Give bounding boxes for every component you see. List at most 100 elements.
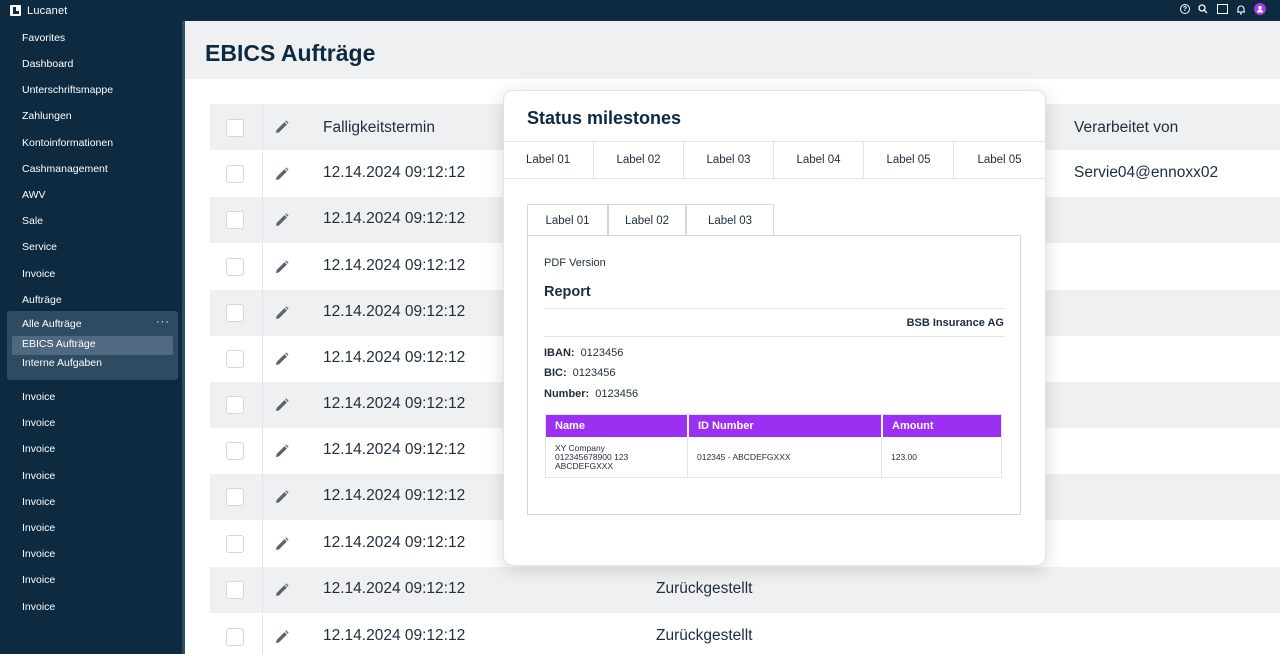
sidebar-item-favorites[interactable]: Favorites (22, 31, 65, 45)
tab-label-01[interactable]: Label 01 (504, 142, 594, 178)
column-header-falligkeitstermin[interactable]: Falligkeitstermin (323, 119, 435, 137)
column-divider (262, 244, 263, 290)
sidebar-item-auftr-ge[interactable]: Aufträge (22, 293, 62, 307)
cell-due-date: 12.14.2024 09:12:12 (323, 534, 466, 551)
report-panel: PDF Version Report BSB Insurance AG IBAN… (527, 235, 1021, 515)
sidebar-item-invoice[interactable]: Invoice (22, 416, 55, 430)
cell-due-date: 12.14.2024 09:12:12 (323, 627, 466, 644)
sidebar-item-cashmanagement[interactable]: Cashmanagement (22, 162, 108, 176)
select-all-checkbox[interactable] (226, 119, 244, 137)
inner-tab-label-01[interactable]: Label 01 (527, 204, 608, 236)
search-icon[interactable] (1197, 3, 1209, 15)
user-avatar-icon[interactable] (1254, 3, 1266, 15)
sidebar-item-unterschriftsmappe[interactable]: Unterschriftsmappe (22, 83, 113, 97)
row-checkbox[interactable] (226, 628, 244, 646)
number-value: 0123456 (595, 388, 639, 400)
edit-icon[interactable] (274, 259, 290, 275)
sidebar-item-dashboard[interactable]: Dashboard (22, 57, 73, 71)
row-checkbox[interactable] (226, 396, 244, 414)
sidebar-item-service[interactable]: Service (22, 240, 57, 254)
row-checkbox[interactable] (226, 258, 244, 276)
dialog-title: Status milestones (527, 108, 682, 128)
name-line: ABCDEFGXXX (555, 460, 614, 471)
cell-due-date: 12.14.2024 09:12:12 (323, 303, 466, 320)
bic-row: BIC: 0123456 (544, 367, 615, 379)
table-row[interactable]: 12.14.2024 09:12:12 Zurückgestellt (210, 567, 1280, 613)
sidebar-group-label[interactable]: Alle Aufträge (22, 318, 82, 330)
sidebar-item-interne-aufgaben[interactable]: Interne Aufgaben (22, 357, 102, 369)
tab-label-02[interactable]: Label 02 (594, 142, 684, 178)
sidebar-item-awv[interactable]: AWV (22, 188, 46, 202)
edit-icon[interactable] (274, 119, 290, 135)
tab-label-04[interactable]: Label 04 (774, 142, 864, 178)
row-checkbox[interactable] (226, 211, 244, 229)
sidebar-item-invoice[interactable]: Invoice (22, 521, 55, 535)
table-row[interactable]: 12.14.2024 09:12:12 Zurückgestellt (210, 614, 1280, 654)
edit-icon[interactable] (274, 536, 290, 552)
sidebar-item-kontoinformationen[interactable]: Kontoinformationen (22, 136, 113, 150)
inner-tab-label-02[interactable]: Label 02 (608, 204, 686, 236)
column-header-id-number: ID Number (687, 415, 881, 437)
row-checkbox[interactable] (226, 350, 244, 368)
row-checkbox[interactable] (226, 165, 244, 183)
edit-icon[interactable] (274, 629, 290, 645)
tab-label-05-second[interactable]: Label 05 (954, 142, 1045, 178)
sidebar-item-invoice[interactable]: Invoice (22, 267, 55, 281)
sidebar-item-invoice[interactable]: Invoice (22, 442, 55, 456)
cell-due-date: 12.14.2024 09:12:12 (323, 210, 466, 227)
column-divider (262, 104, 263, 150)
row-checkbox[interactable] (226, 304, 244, 322)
top-icons: ? (1180, 3, 1266, 15)
edit-icon[interactable] (274, 582, 290, 598)
sidebar-item-sale[interactable]: Sale (22, 214, 43, 228)
tab-label-05[interactable]: Label 05 (864, 142, 954, 178)
report-title: Report (544, 284, 591, 300)
row-checkbox[interactable] (226, 442, 244, 460)
cell-due-date: 12.14.2024 09:12:12 (323, 580, 466, 597)
dm-badge-icon[interactable] (1216, 3, 1228, 15)
sidebar-item-invoice[interactable]: Invoice (22, 573, 55, 587)
sidebar-item-zahlungen[interactable]: Zahlungen (22, 109, 72, 123)
sidebar-item-invoice[interactable]: Invoice (22, 600, 55, 614)
column-divider (262, 567, 263, 613)
sidebar-item-invoice[interactable]: Invoice (22, 390, 55, 404)
bic-value: 0123456 (572, 367, 616, 379)
edit-icon[interactable] (274, 166, 290, 182)
column-divider (262, 614, 263, 654)
bell-icon[interactable] (1235, 3, 1247, 15)
milestone-tabs: Label 01 Label 02 Label 03 Label 04 Labe… (504, 141, 1045, 179)
report-table: Name ID Number Amount XY Company 0123456… (545, 414, 1002, 478)
report-table-row: XY Company 012345678900 123 ABCDEFGXXX 0… (546, 437, 1001, 477)
sidebar-item-invoice[interactable]: Invoice (22, 469, 55, 483)
number-row: Number: 0123456 (544, 388, 638, 400)
more-options-icon[interactable]: ··· (156, 316, 170, 328)
sidebar-item-invoice[interactable]: Invoice (22, 495, 55, 509)
bic-label: BIC: (544, 367, 567, 379)
cell-due-date: 12.14.2024 09:12:12 (323, 487, 466, 504)
cell-name: XY Company 012345678900 123 ABCDEFGXXX (546, 437, 687, 477)
row-checkbox[interactable] (226, 488, 244, 506)
column-header-verarbeitet-von[interactable]: Verarbeitet von (1074, 119, 1178, 137)
iban-label: IBAN: (544, 347, 575, 359)
divider (544, 308, 1005, 309)
pdf-version-label[interactable]: PDF Version (544, 257, 606, 269)
sidebar-item-invoice[interactable]: Invoice (22, 547, 55, 561)
edit-icon[interactable] (274, 489, 290, 505)
cell-due-date: 12.14.2024 09:12:12 (323, 349, 466, 366)
edit-icon[interactable] (274, 351, 290, 367)
column-header-amount: Amount (881, 415, 1001, 437)
help-icon[interactable]: ? (1180, 4, 1190, 14)
edit-icon[interactable] (274, 443, 290, 459)
sidebar-item-ebics-auftraege[interactable]: EBICS Aufträge (12, 336, 173, 355)
row-checkbox[interactable] (226, 581, 244, 599)
column-divider (262, 474, 263, 520)
edit-icon[interactable] (274, 305, 290, 321)
inner-tab-label-03[interactable]: Label 03 (686, 204, 774, 236)
edit-icon[interactable] (274, 397, 290, 413)
edit-icon[interactable] (274, 212, 290, 228)
tab-label-03[interactable]: Label 03 (684, 142, 774, 178)
lucanet-logo-icon (10, 5, 21, 16)
row-checkbox[interactable] (226, 535, 244, 553)
column-divider (262, 197, 263, 243)
cell-status: Zurückgestellt (656, 627, 753, 644)
